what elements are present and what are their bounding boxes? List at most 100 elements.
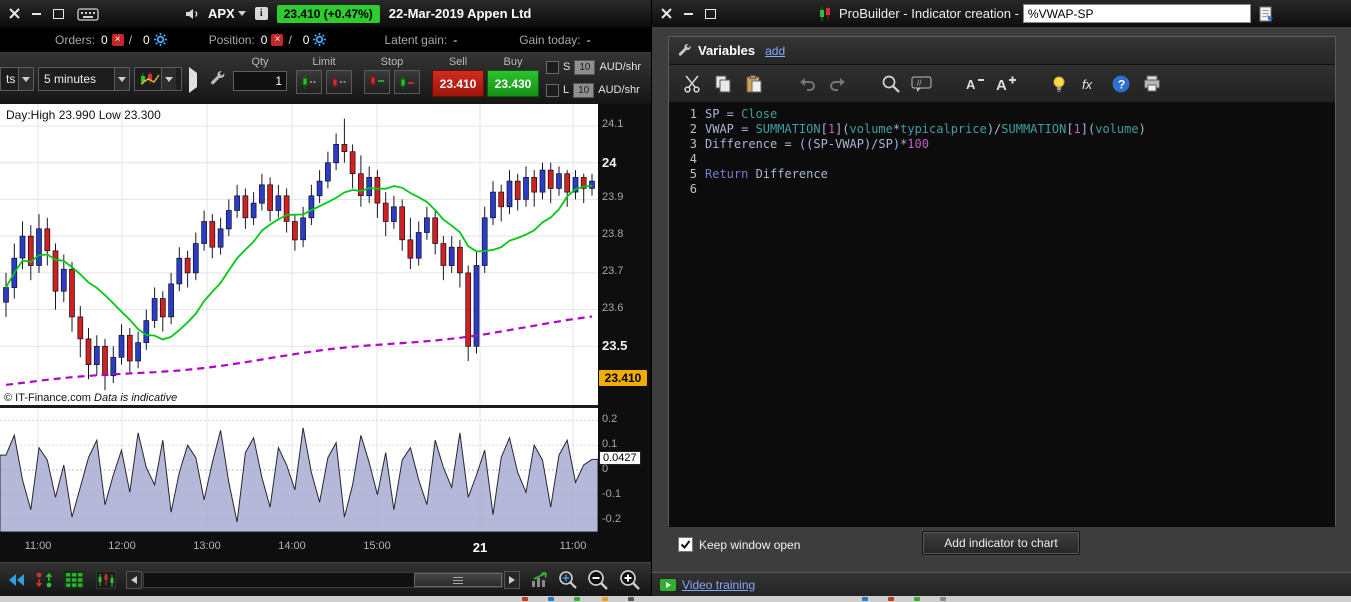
indicator-name-input[interactable] — [1022, 4, 1251, 23]
function-library-icon[interactable]: fx — [1077, 71, 1103, 97]
comment-icon[interactable]: // — [909, 71, 935, 97]
buy-stop-button[interactable] — [364, 70, 390, 94]
chart-scrollbar[interactable] — [143, 572, 503, 588]
qty-input[interactable] — [233, 71, 287, 91]
keyboard-icon[interactable] — [77, 7, 99, 21]
taskbar-app-icon[interactable] — [914, 597, 920, 601]
limit-profit-amount[interactable]: 10 — [573, 82, 595, 98]
price-change-badge: 23.410 (+0.47%) — [276, 4, 380, 23]
cut-icon[interactable] — [679, 71, 705, 97]
code-line[interactable]: 6 — [669, 182, 1335, 197]
probuilder-titlebar: ProBuilder - Indicator creation - — [652, 0, 1351, 27]
price-axis[interactable]: 23.410 0.0427 24.1 24 23.9 23.8 23.7 23.6 23.5… — [598, 104, 651, 532]
indicator-axis-tick: 0.1 — [602, 438, 618, 451]
taskbar-app-icon[interactable] — [628, 597, 634, 601]
info-icon[interactable]: i — [254, 7, 268, 20]
increase-font-icon[interactable]: A — [993, 71, 1019, 97]
taskbar-app-icon[interactable] — [888, 597, 894, 601]
position-settings-gear-icon[interactable] — [313, 33, 327, 46]
grid-view-icon[interactable] — [62, 568, 86, 592]
auto-scale-icon[interactable] — [528, 568, 552, 592]
limit-profit-checkbox[interactable] — [546, 83, 559, 97]
volume-icon[interactable] — [184, 7, 200, 21]
undo-icon[interactable] — [794, 71, 820, 97]
maximize-icon[interactable] — [51, 6, 66, 21]
close-position-icon[interactable]: × — [271, 33, 284, 46]
print-icon[interactable] — [1139, 71, 1165, 97]
cancel-orders-icon[interactable]: × — [111, 33, 124, 46]
scroll-right-button[interactable] — [504, 571, 520, 589]
paste-icon[interactable] — [741, 71, 767, 97]
chart-scrollbar-thumb[interactable] — [414, 573, 502, 587]
buy-button[interactable]: 23.430 — [487, 70, 539, 97]
timeframe-dropdown[interactable]: 5 minutes — [38, 67, 130, 91]
code-line[interactable]: 4 — [669, 152, 1335, 167]
documentation-icon[interactable] — [1257, 5, 1275, 23]
probuilder-maximize-icon[interactable] — [703, 6, 718, 21]
order-entry-icon[interactable] — [32, 568, 56, 592]
zoom-reset-icon[interactable] — [556, 568, 580, 592]
taskbar-app-icon[interactable] — [574, 597, 580, 601]
orders-count: 0 — [101, 32, 108, 47]
search-icon[interactable] — [878, 71, 904, 97]
zoom-in-button[interactable] — [618, 568, 642, 592]
indicator-axis-tick: 0 — [602, 463, 609, 475]
copy-icon[interactable] — [710, 71, 736, 97]
scroll-left-button[interactable] — [126, 571, 142, 589]
redo-icon[interactable] — [825, 71, 851, 97]
taskbar-app-icon[interactable] — [602, 597, 608, 601]
keep-window-open-checkbox[interactable] — [678, 537, 693, 552]
stop-loss-amount[interactable]: 10 — [574, 59, 596, 75]
expand-toolbar-icon[interactable] — [189, 67, 197, 93]
code-line[interactable]: 3 Difference = ((SP-VWAP)/SP)*100 — [669, 137, 1335, 152]
candlestick-plot[interactable] — [0, 104, 598, 408]
products-dropdown[interactable]: ts — [0, 67, 34, 91]
symbol-label[interactable]: APX — [208, 6, 235, 21]
sell-label: Sell — [448, 56, 468, 68]
close-icon[interactable] — [7, 6, 22, 21]
video-training-link[interactable]: Video training — [682, 578, 755, 592]
stop-loss-checkbox[interactable] — [546, 60, 559, 74]
indicator-plot[interactable] — [0, 408, 599, 535]
code-line[interactable]: 5 Return Difference — [669, 167, 1335, 182]
symbol-dropdown-caret-icon[interactable] — [237, 11, 246, 16]
indicator-chart-area[interactable] — [0, 408, 599, 535]
code-lines[interactable]: 1 SP = Close 2 VWAP = SUMMATION[1](volume*t… — [669, 107, 1335, 197]
decrease-font-icon[interactable]: A — [962, 71, 988, 97]
taskbar-app-icon[interactable] — [862, 597, 868, 601]
wrench-icon[interactable] — [209, 70, 226, 87]
time-axis[interactable]: 11:00 12:00 13:00 14:00 15:00 21 11:00 — [0, 532, 651, 562]
latent-gain-value: - — [453, 32, 458, 47]
probuilder-close-icon[interactable] — [659, 6, 674, 21]
price-chart-area[interactable]: Day:High 23.990 Low 23.300 © IT-Finance.… — [0, 104, 598, 405]
sell-button[interactable]: 23.410 — [432, 70, 484, 97]
minimize-icon[interactable] — [29, 6, 44, 21]
scrollbar-grip-icon — [453, 576, 463, 584]
help-glyph: ? — [1118, 77, 1125, 91]
help-icon[interactable]: ? — [1108, 71, 1134, 97]
orders-settings-gear-icon[interactable] — [153, 33, 167, 46]
taskbar-app-icon[interactable] — [522, 597, 528, 601]
code-editor[interactable]: 1 SP = Close 2 VWAP = SUMMATION[1](volume*t… — [669, 103, 1335, 527]
sell-stop-button[interactable] — [394, 70, 420, 94]
chart-list-icon[interactable] — [94, 568, 118, 592]
variables-wrench-icon — [677, 43, 692, 58]
zoom-out-button[interactable] — [586, 568, 610, 592]
limit-profit-label: L — [563, 84, 570, 96]
add-variable-link[interactable]: add — [765, 44, 785, 58]
add-indicator-button[interactable]: Add indicator to chart — [922, 531, 1080, 555]
chart-window: APX i 23.410 (+0.47%) 22-Mar-2019 Appen … — [0, 0, 651, 596]
code-line[interactable]: 1 SP = Close — [669, 107, 1335, 122]
chart-style-button[interactable] — [134, 67, 182, 91]
products-dropdown-caret-icon — [18, 68, 33, 90]
fast-rewind-icon[interactable] — [4, 568, 28, 592]
taskbar-strip[interactable] — [0, 596, 1351, 602]
taskbar-app-icon[interactable] — [940, 597, 946, 601]
taskbar-app-icon[interactable] — [548, 597, 554, 601]
probuilder-minimize-icon[interactable] — [681, 6, 696, 21]
tip-lightbulb-icon[interactable] — [1046, 71, 1072, 97]
buy-limit-button[interactable] — [296, 70, 322, 94]
keep-window-open-option[interactable]: Keep window open — [678, 537, 800, 552]
code-line[interactable]: 2 VWAP = SUMMATION[1](volume*typicalprice… — [669, 122, 1335, 137]
sell-limit-button[interactable] — [326, 70, 352, 94]
